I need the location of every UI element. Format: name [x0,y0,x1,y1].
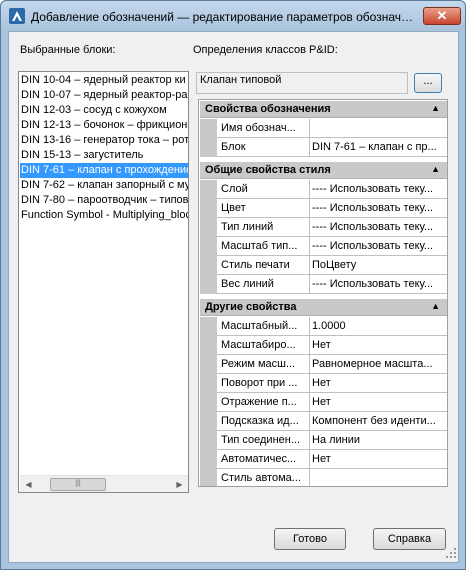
property-row[interactable]: Режим масш... Равномерное масшта... [200,355,447,374]
dialog-window: Добавление обозначений — редактирование … [0,0,466,570]
list-item[interactable]: DIN 15-13 – загуститель [20,148,188,163]
property-row[interactable]: Масштабиро... Нет [200,336,447,355]
property-value[interactable]: ---- Использовать теку... [310,275,447,294]
property-value[interactable]: DIN 7-61 – клапан с пр... [310,138,447,157]
list-item[interactable]: DIN 10-07 – ядерный реактор-ра [20,88,188,103]
properties-grid: Свойства обозначения ▲ Имя обознач... Бл… [198,99,448,487]
property-value[interactable]: ---- Использовать теку... [310,180,447,199]
scroll-right-arrow-icon[interactable]: ▶ [171,476,188,492]
resize-grip-icon[interactable] [445,547,457,559]
property-name: Блок [217,138,310,157]
class-definitions-label: Определения классов P&ID: [193,44,338,56]
property-name: Масштабиро... [217,336,310,355]
category-label: Другие свойства [205,301,297,313]
property-row[interactable]: Масштабный... 1.0000 [200,317,447,336]
property-name: Тип линий [217,218,310,237]
property-row[interactable]: Стиль печати ПоЦвету [200,256,447,275]
property-value[interactable]: Нет [310,374,447,393]
property-name: Тип соединен... [217,431,310,450]
collapse-arrow-icon[interactable]: ▲ [431,301,440,311]
property-row[interactable]: Отражение п... Нет [200,393,447,412]
property-value[interactable]: На линии [310,431,447,450]
property-row[interactable]: Тип соединен... На линии [200,431,447,450]
list-item[interactable]: Function Symbol - Multiplying_block [20,208,188,223]
selected-blocks-label: Выбранные блоки: [20,44,116,56]
property-value[interactable]: Нет [310,393,447,412]
collapse-arrow-icon[interactable]: ▲ [431,164,440,174]
category-label: Общие свойства стиля [205,164,331,176]
scroll-thumb[interactable]: ||| [50,478,106,491]
property-name: Режим масш... [217,355,310,374]
collapse-arrow-icon[interactable]: ▲ [431,103,440,113]
autocad-app-icon [9,8,25,24]
horizontal-scrollbar[interactable]: ◀ ||| ▶ [20,475,188,492]
property-name: Масштаб тип... [217,237,310,256]
property-row[interactable]: Имя обознач... [200,119,447,138]
property-name: Поворот при ... [217,374,310,393]
selected-blocks-listbox[interactable]: DIN 10-04 – ядерный реактор ки DIN 10-07… [18,71,189,493]
window-title: Добавление обозначений — редактирование … [31,10,416,24]
property-name: Вес линий [217,275,310,294]
property-row[interactable]: Блок DIN 7-61 – клапан с пр... [200,138,447,157]
property-name: Стиль автома... [217,469,310,486]
property-name: Масштабный... [217,317,310,336]
property-row[interactable]: Слой ---- Использовать теку... [200,180,447,199]
property-row[interactable]: Подсказка ид... Компонент без иденти... [200,412,447,431]
help-button[interactable]: Справка [373,528,446,550]
property-row[interactable]: Масштаб тип... ---- Использовать теку... [200,237,447,256]
property-row[interactable]: Стиль автома... [200,469,447,486]
close-button[interactable]: ✕ [423,7,461,25]
property-name: Подсказка ид... [217,412,310,431]
title-bar[interactable]: Добавление обозначений — редактирование … [1,1,465,31]
property-value[interactable]: 1.0000 [310,317,447,336]
list-item[interactable]: DIN 10-04 – ядерный реактор ки [20,73,188,88]
list-item[interactable]: DIN 7-62 – клапан запорный с му [20,178,188,193]
class-definition-field[interactable]: Клапан типовой [196,72,408,94]
property-value[interactable]: ---- Использовать теку... [310,218,447,237]
property-name: Цвет [217,199,310,218]
list-item[interactable]: DIN 7-80 – пароотводчик – типов [20,193,188,208]
property-row[interactable]: Тип линий ---- Использовать теку... [200,218,447,237]
property-value[interactable]: Равномерное масшта... [310,355,447,374]
browse-button[interactable]: ... [414,73,442,93]
done-button[interactable]: Готово [274,528,346,550]
list-item[interactable]: DIN 13-16 – генератор тока – рот [20,133,188,148]
property-name: Автоматичес... [217,450,310,469]
property-value[interactable] [310,119,447,138]
property-value[interactable]: ---- Использовать теку... [310,237,447,256]
category-other-properties[interactable]: Другие свойства ▲ [200,299,447,316]
category-symbol-properties[interactable]: Свойства обозначения ▲ [200,101,447,118]
category-label: Свойства обозначения [205,103,331,115]
property-row[interactable]: Вес линий ---- Использовать теку... [200,275,447,294]
property-name: Слой [217,180,310,199]
list-item-selected[interactable]: DIN 7-61 – клапан с прохождение [20,163,188,178]
property-value[interactable]: ПоЦвету [310,256,447,275]
list-item[interactable]: DIN 12-03 – сосуд с кожухом [20,103,188,118]
property-value[interactable] [310,469,447,486]
property-value[interactable]: Нет [310,336,447,355]
list-item[interactable]: DIN 12-13 – бочонок – фрикционн [20,118,188,133]
property-row[interactable]: Поворот при ... Нет [200,374,447,393]
property-name: Отражение п... [217,393,310,412]
property-value[interactable]: Нет [310,450,447,469]
category-general-style-properties[interactable]: Общие свойства стиля ▲ [200,162,447,179]
property-name: Стиль печати [217,256,310,275]
property-name: Имя обознач... [217,119,310,138]
property-value[interactable]: Компонент без иденти... [310,412,447,431]
scroll-left-arrow-icon[interactable]: ◀ [20,476,37,492]
property-row[interactable]: Цвет ---- Использовать теку... [200,199,447,218]
property-row[interactable]: Автоматичес... Нет [200,450,447,469]
property-value[interactable]: ---- Использовать теку... [310,199,447,218]
